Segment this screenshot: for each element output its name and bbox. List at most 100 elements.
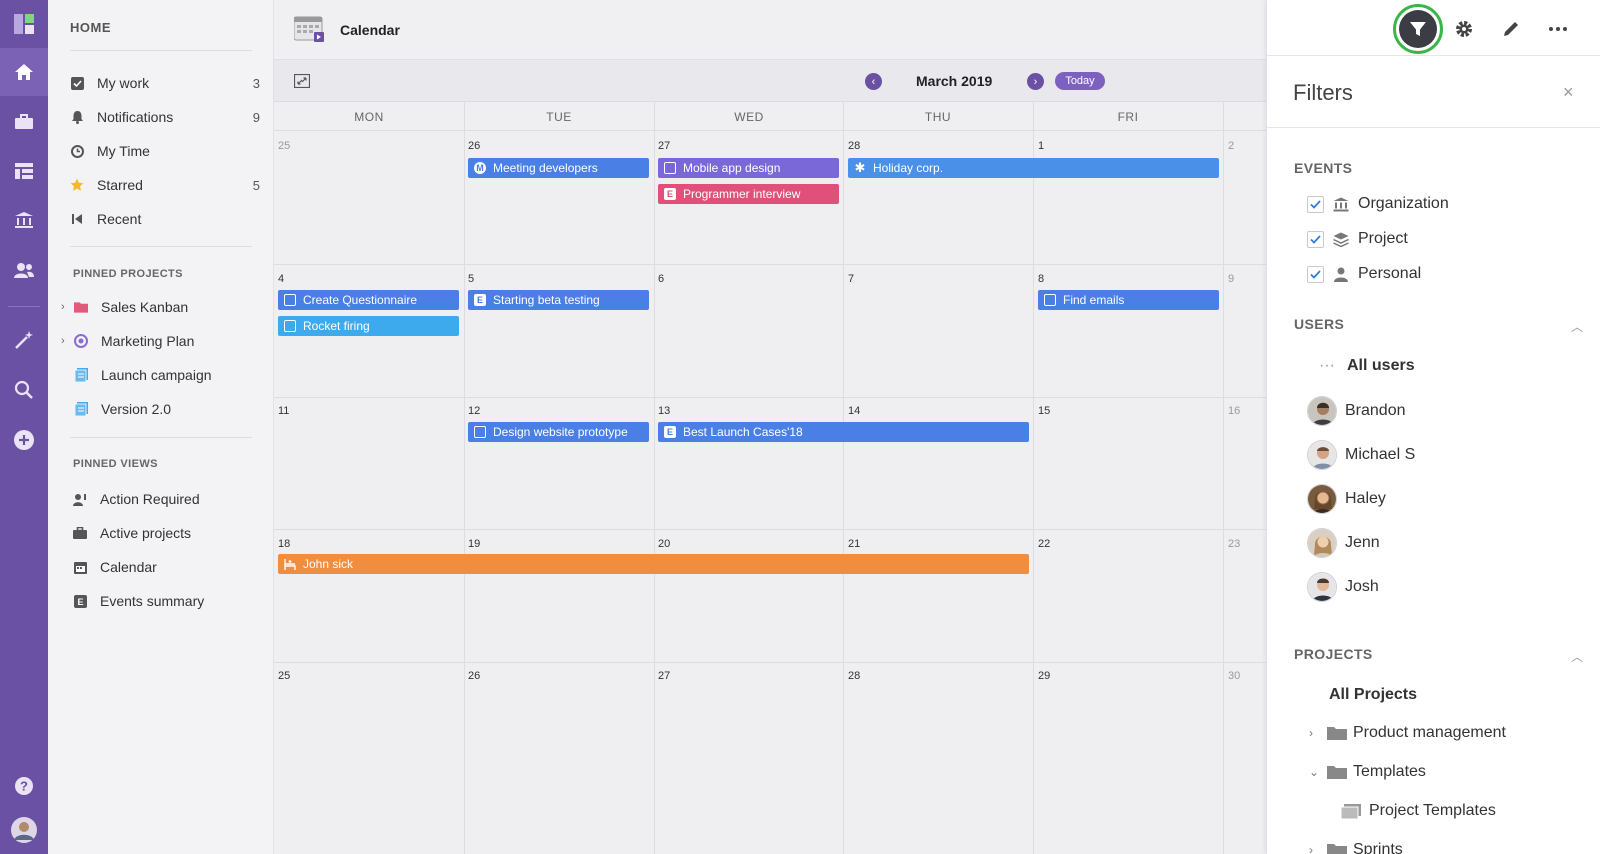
add-icon[interactable] — [0, 416, 48, 464]
day-number: 21 — [848, 538, 861, 550]
filter-button[interactable] — [1393, 4, 1443, 54]
sidebar-item-my-work[interactable]: My work 3 — [70, 71, 260, 95]
task-icon — [664, 162, 676, 174]
weekday-label: MON — [354, 110, 384, 124]
day-number: 13 — [658, 405, 671, 417]
checkbox-checked[interactable] — [1307, 265, 1324, 283]
filter-project-project-templates[interactable]: Project Templates — [1340, 799, 1496, 823]
sidebar-item-recent[interactable]: Recent — [70, 207, 260, 231]
weekday-label: TUE — [546, 110, 572, 124]
collapse-icon[interactable]: ︿ — [1571, 648, 1583, 665]
sidebar-item-sales-kanban[interactable]: Sales Kanban — [74, 295, 264, 319]
day-number: 23 — [1228, 538, 1241, 550]
event-programmer-interview[interactable]: E Programmer interview — [658, 184, 839, 204]
event-design-website-prototype[interactable]: Design website prototype — [468, 422, 649, 442]
more-icon[interactable] — [1547, 18, 1569, 40]
help-icon[interactable]: ? — [0, 762, 48, 810]
day-number: 30 — [1228, 670, 1241, 682]
sidebar-item-active-projects[interactable]: Active projects — [73, 521, 263, 545]
filter-project-product-management[interactable]: › Product management — [1309, 721, 1506, 745]
day-number: 28 — [848, 140, 861, 152]
gear-icon[interactable] — [1453, 18, 1475, 40]
avatar — [1307, 572, 1337, 602]
sidebar-item-launch-campaign[interactable]: Launch campaign — [74, 363, 264, 387]
chevron-right-icon[interactable]: › — [1309, 726, 1323, 740]
filters-title: Filters — [1293, 80, 1353, 105]
day-number: 25 — [278, 140, 291, 152]
event-create-questionnaire[interactable]: Create Questionnaire — [278, 290, 459, 310]
filter-project-templates[interactable]: ⌄ Templates — [1309, 760, 1426, 784]
chevron-right-icon[interactable]: › — [61, 301, 65, 313]
prev-month-button[interactable]: ‹ — [865, 73, 882, 90]
home-icon[interactable] — [0, 48, 48, 96]
calendar-app-icon — [293, 16, 324, 47]
svg-text:?: ? — [20, 779, 28, 794]
chevron-right-icon[interactable]: › — [1309, 843, 1323, 854]
day-number: 27 — [658, 670, 671, 682]
event-starting-beta-testing[interactable]: E Starting beta testing — [468, 290, 649, 310]
filter-all-projects[interactable]: All Projects — [1329, 683, 1417, 707]
checkbox-checked[interactable] — [1307, 195, 1324, 213]
expand-icon[interactable] — [293, 73, 311, 89]
sidebar-item-action-required[interactable]: Action Required — [73, 487, 263, 511]
users-section-heading: USERS — [1294, 316, 1345, 332]
sidebar-item-calendar[interactable]: Calendar — [73, 555, 263, 579]
event-john-sick[interactable]: John sick — [278, 554, 1029, 574]
filter-project[interactable]: Project — [1307, 227, 1408, 251]
filter-user-jenn[interactable]: Jenn — [1307, 528, 1380, 558]
collapse-icon[interactable]: ︿ — [1571, 318, 1583, 335]
sidebar-item-my-time[interactable]: My Time — [70, 139, 260, 163]
sidebar-item-starred[interactable]: Starred 5 — [70, 173, 260, 197]
avatar — [1307, 440, 1337, 470]
filter-user-brandon[interactable]: Brandon — [1307, 396, 1406, 426]
checkbox-checked[interactable] — [1307, 230, 1324, 248]
board-icon[interactable] — [0, 147, 48, 195]
briefcase-icon[interactable] — [0, 98, 48, 146]
briefcase-icon — [73, 526, 87, 540]
day-number: 26 — [468, 140, 481, 152]
calendar-view: Calendar ‹ March 2019 › Today MON TUE WE… — [274, 0, 1266, 854]
user-avatar[interactable] — [0, 806, 48, 854]
filter-personal[interactable]: Personal — [1307, 262, 1421, 286]
count-badge: 9 — [252, 109, 260, 125]
panel-toolbar — [1267, 0, 1600, 56]
search-icon[interactable] — [0, 366, 48, 414]
filter-all-users[interactable]: ··· All users — [1319, 351, 1415, 381]
filter-project-sprints[interactable]: › Sprints — [1309, 838, 1403, 854]
event-rocket-firing[interactable]: Rocket firing — [278, 316, 459, 336]
today-button[interactable]: Today — [1055, 72, 1105, 90]
day-number: 16 — [1228, 405, 1241, 417]
weekday-label: THU — [924, 110, 952, 124]
sidebar-item-events-summary[interactable]: E Events summary — [73, 589, 263, 613]
filter-user-josh[interactable]: Josh — [1307, 572, 1379, 602]
filter-user-michael-s[interactable]: Michael S — [1307, 440, 1415, 470]
projects-section-heading: PROJECTS — [1294, 646, 1373, 662]
event-mobile-app-design[interactable]: Mobile app design — [658, 158, 839, 178]
users-icon[interactable] — [0, 246, 48, 294]
chevron-right-icon[interactable]: › — [61, 335, 65, 347]
event-holiday-corp[interactable]: ✱ Holiday corp. — [848, 158, 1219, 178]
home-heading: HOME — [70, 20, 111, 35]
sidebar-item-notifications[interactable]: Notifications 9 — [70, 105, 260, 129]
checkbox-icon — [70, 76, 84, 90]
chevron-down-icon[interactable]: ⌄ — [1309, 765, 1323, 779]
filter-user-haley[interactable]: Haley — [1307, 484, 1386, 514]
filter-organization[interactable]: Organization — [1307, 192, 1449, 216]
logo-icon[interactable] — [0, 0, 48, 48]
day-number: 29 — [1038, 670, 1051, 682]
task-icon — [1044, 294, 1056, 306]
folder-icon — [1327, 726, 1347, 740]
count-badge: 5 — [252, 177, 260, 193]
sidebar-item-version-2[interactable]: Version 2.0 — [74, 397, 264, 421]
event-meeting-developers[interactable]: M Meeting developers — [468, 158, 649, 178]
sidebar-item-marketing-plan[interactable]: Marketing Plan — [74, 329, 264, 353]
day-number: 18 — [278, 538, 291, 550]
event-find-emails[interactable]: Find emails — [1038, 290, 1219, 310]
magic-wand-icon[interactable] — [0, 316, 48, 364]
close-button[interactable]: × — [1563, 82, 1574, 103]
next-month-button[interactable]: › — [1027, 73, 1044, 90]
pencil-icon[interactable] — [1500, 18, 1522, 40]
bank-icon[interactable] — [0, 196, 48, 244]
icon-rail: ? — [0, 0, 48, 854]
event-best-launch-cases[interactable]: E Best Launch Cases'18 — [658, 422, 1029, 442]
